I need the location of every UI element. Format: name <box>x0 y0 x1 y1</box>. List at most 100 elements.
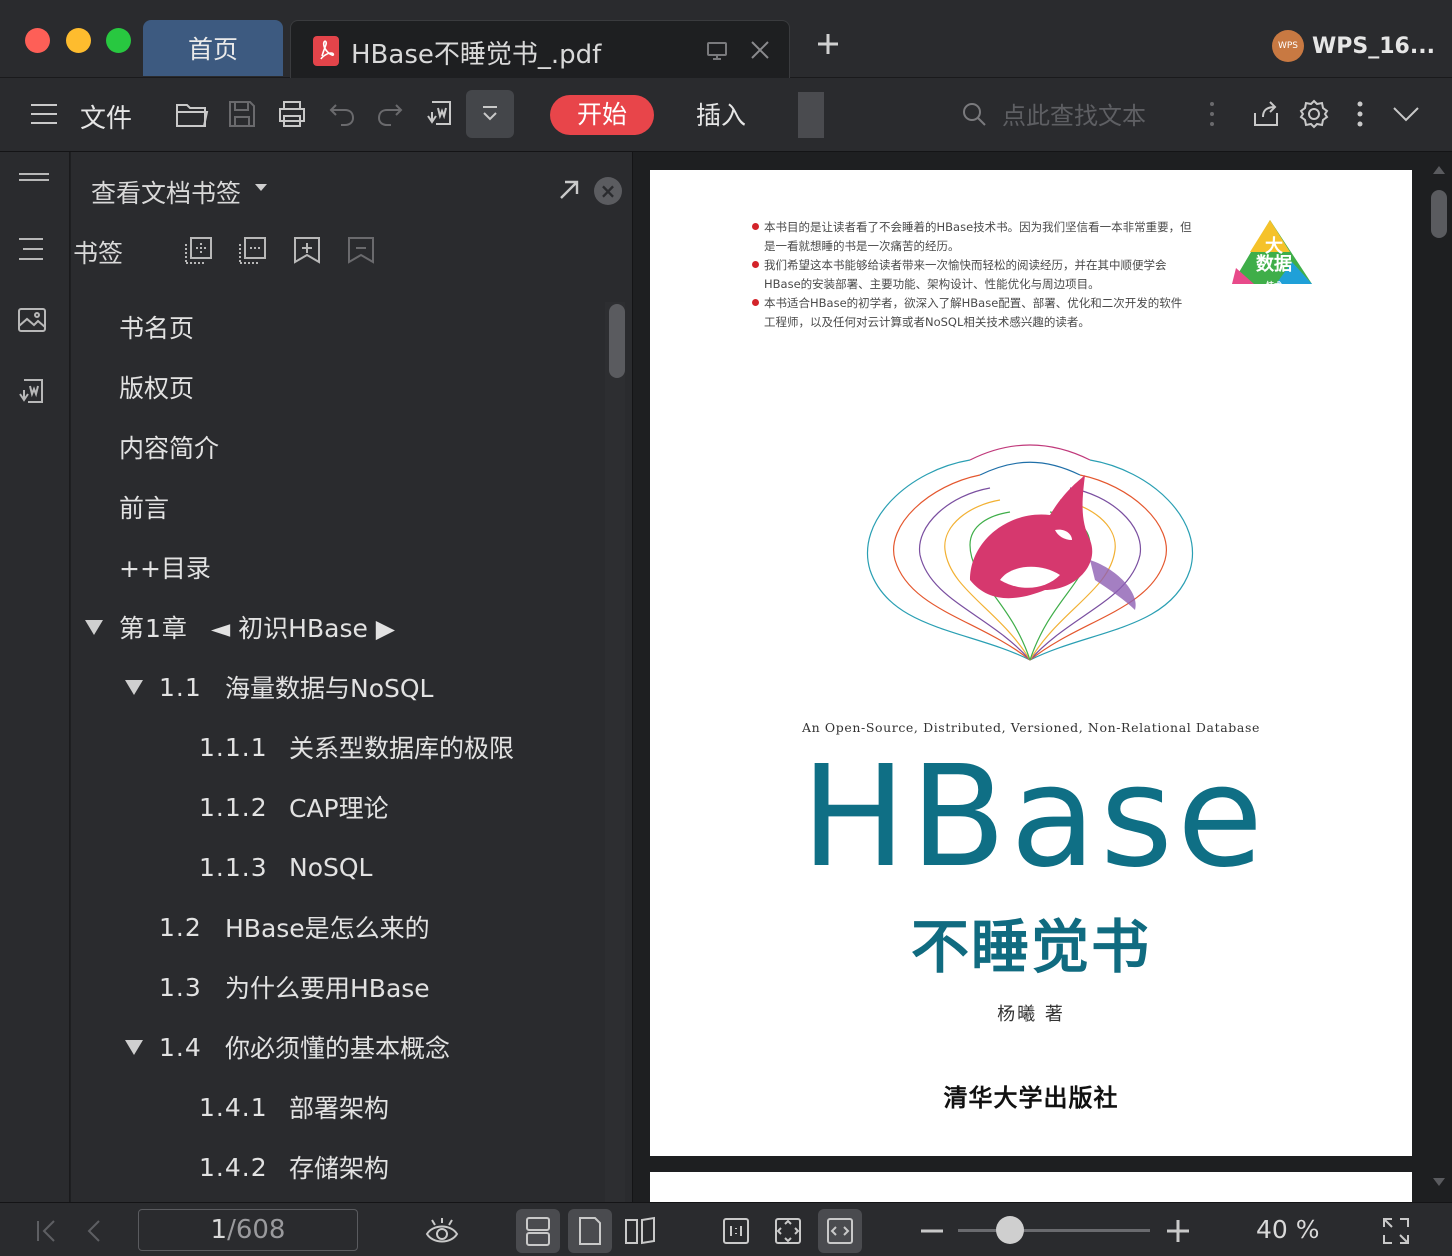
panel-scrollbar-thumb[interactable] <box>609 304 625 378</box>
fullscreen-icon[interactable] <box>1378 1213 1414 1249</box>
bookmark-item[interactable]: 1.1 海量数据与NoSQL <box>71 657 601 717</box>
single-page-view-icon[interactable] <box>568 1209 612 1253</box>
fit-page-icon[interactable] <box>770 1213 806 1249</box>
expand-triangle-icon[interactable] <box>125 1040 143 1055</box>
bookmark-label: ++目录 <box>119 554 211 583</box>
bookmark-number: 1.3 <box>159 972 202 1002</box>
pdf-to-word-icon[interactable] <box>422 96 458 132</box>
window-minimize-button[interactable] <box>66 28 91 53</box>
bookmark-number: 1.4.2 <box>199 1152 268 1182</box>
zoom-out-icon[interactable] <box>914 1213 950 1249</box>
zoom-level[interactable]: 40 % <box>1256 1215 1320 1244</box>
bookmark-item[interactable]: 1.1.3 NoSQL <box>71 837 601 897</box>
search-icon <box>963 102 986 126</box>
page-number-input[interactable]: 1/608 <box>138 1209 358 1251</box>
hamburger-menu-icon[interactable] <box>26 96 62 132</box>
caret-down-icon[interactable] <box>255 184 267 191</box>
more-options-icon[interactable] <box>1342 96 1378 132</box>
bookmark-label: 书名页 <box>119 314 195 343</box>
bookmark-panel: 查看文档书签 × 书签 书名页版权页内容简介 前言 ++目录第1章 ◄ 初识HBase… <box>71 152 633 1202</box>
expand-triangle-icon[interactable] <box>85 620 103 635</box>
expand-triangle-icon[interactable] <box>125 680 143 695</box>
document-scrollbar-thumb[interactable] <box>1431 190 1447 238</box>
bookmark-item[interactable]: 1.3 为什么要用HBase <box>71 957 601 1017</box>
bookmark-item[interactable]: 版权页 <box>71 357 601 417</box>
insert-bookmark-icon[interactable] <box>291 234 323 266</box>
pop-out-arrow-icon[interactable] <box>555 176 583 204</box>
vertical-dots-icon[interactable] <box>1194 96 1230 132</box>
panel-close-button[interactable]: × <box>594 177 622 205</box>
settings-gear-icon[interactable] <box>1296 96 1332 132</box>
tab-document-label: HBase不睡觉书_.pdf <box>351 40 602 70</box>
bookmark-label: 存储架构 <box>289 1154 390 1183</box>
file-menu[interactable]: 文件 <box>80 98 132 135</box>
undo-icon[interactable] <box>324 96 360 132</box>
bookmark-item[interactable]: 1.1.1 关系型数据库的极限 <box>71 717 601 777</box>
bookmark-number: 1.4.1 <box>199 1092 268 1122</box>
panel-title[interactable]: 查看文档书签 <box>91 174 241 210</box>
bookmark-number: 第1章 <box>119 614 188 643</box>
badge-text: 大数据 技术 <box>1256 236 1292 291</box>
actual-size-icon[interactable] <box>718 1213 754 1249</box>
bookmark-item[interactable]: 1.2 HBase是怎么来的 <box>71 897 601 957</box>
fit-width-icon[interactable] <box>818 1209 862 1253</box>
print-icon[interactable] <box>274 96 310 132</box>
two-page-view-icon[interactable] <box>622 1213 658 1249</box>
panel-scrollbar-track[interactable] <box>605 302 625 1202</box>
bookmark-item[interactable]: 前言 <box>71 477 601 537</box>
close-icon[interactable] <box>747 37 773 63</box>
more-tools-dropdown[interactable] <box>466 90 514 138</box>
bookmarks-label: 书签 <box>73 239 124 268</box>
scroll-down-arrow-icon[interactable] <box>1433 1178 1445 1186</box>
zoom-slider-track[interactable] <box>958 1229 1150 1232</box>
zoom-slider-thumb[interactable] <box>995 1216 1024 1244</box>
account-menu[interactable]: WPS WPS_16... <box>1272 30 1435 62</box>
convert-document-icon[interactable] <box>16 376 52 412</box>
tab-home[interactable]: 首页 <box>143 20 283 76</box>
avatar: WPS <box>1272 30 1304 62</box>
window-close-button[interactable] <box>25 28 50 53</box>
bookmark-list-icon[interactable] <box>16 234 52 270</box>
first-page-icon[interactable] <box>28 1213 64 1249</box>
bookmark-label: 关系型数据库的极限 <box>289 734 515 763</box>
bookmark-item[interactable]: 1.4 你必须懂的基本概念 <box>71 1017 601 1077</box>
cover-author: 杨曦 著 <box>997 1004 1065 1025</box>
bookmark-item[interactable]: ++目录 <box>71 537 601 597</box>
add-bookmark-icon[interactable] <box>183 234 215 266</box>
eye-protection-icon[interactable] <box>424 1213 460 1249</box>
search-input[interactable]: 点此查找文本 <box>960 96 1146 131</box>
redo-icon[interactable] <box>372 96 408 132</box>
ribbon-tab-insert[interactable]: 插入 <box>696 96 746 132</box>
document-scrollbar-track[interactable] <box>1430 166 1448 1186</box>
scroll-up-arrow-icon[interactable] <box>1433 166 1445 174</box>
thumbnail-image-icon[interactable] <box>16 306 52 342</box>
ribbon-tab-start[interactable]: 开始 <box>550 95 654 135</box>
bookmark-number: 1.1.1 <box>199 732 268 762</box>
pdf-page-next <box>650 1172 1412 1202</box>
new-tab-button[interactable] <box>814 30 842 58</box>
bookmark-label: 版权页 <box>119 374 195 403</box>
collapse-panel-icon[interactable] <box>16 168 52 204</box>
cover-publisher: 清华大学出版社 <box>943 1083 1119 1112</box>
bookmark-item[interactable]: 内容简介 <box>71 417 601 477</box>
open-folder-icon[interactable] <box>174 96 210 132</box>
remove-bookmark-icon[interactable] <box>237 234 269 266</box>
document-view[interactable]: 本书目的是让读者看了不会睡着的HBase技术书。因为我们坚信看一本非常重要，但是… <box>634 152 1452 1202</box>
monitor-icon[interactable] <box>705 39 729 63</box>
bookmark-item[interactable]: 1.4.2 存储架构 <box>71 1137 601 1197</box>
share-icon[interactable] <box>1248 96 1284 132</box>
bookmark-item[interactable]: 第1章 ◄ 初识HBase ▶ <box>71 597 601 657</box>
previous-page-icon[interactable] <box>76 1213 112 1249</box>
cover-blurb-list: 本书目的是让读者看了不会睡着的HBase技术书。因为我们坚信看一本非常重要，但是… <box>752 218 1192 332</box>
chevron-down-icon[interactable] <box>1388 96 1424 132</box>
delete-bookmark-icon[interactable] <box>345 234 377 266</box>
bookmark-item[interactable]: 1.1.2 CAP理论 <box>71 777 601 837</box>
tab-document[interactable]: HBase不睡觉书_.pdf <box>290 20 790 78</box>
ribbon-tab-scroll-button[interactable] <box>798 92 824 138</box>
bookmark-item[interactable]: 书名页 <box>71 297 601 357</box>
continuous-scroll-view-icon[interactable] <box>516 1209 560 1253</box>
zoom-in-icon[interactable] <box>1160 1213 1196 1249</box>
save-icon[interactable] <box>224 96 260 132</box>
window-maximize-button[interactable] <box>106 28 131 53</box>
bookmark-item[interactable]: 1.4.1 部署架构 <box>71 1077 601 1137</box>
